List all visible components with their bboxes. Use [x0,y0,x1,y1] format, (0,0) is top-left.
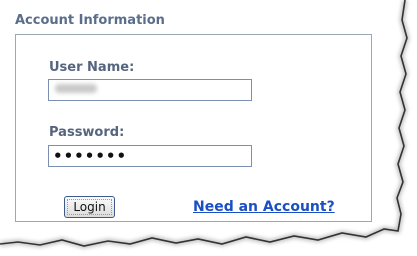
torn-line [0,0,408,247]
torn-cutout [0,0,417,256]
screenshot: Account Information User Name: Password:… [0,0,417,256]
torn-edge-decoration [0,0,417,256]
torn-shadow [0,0,410,249]
